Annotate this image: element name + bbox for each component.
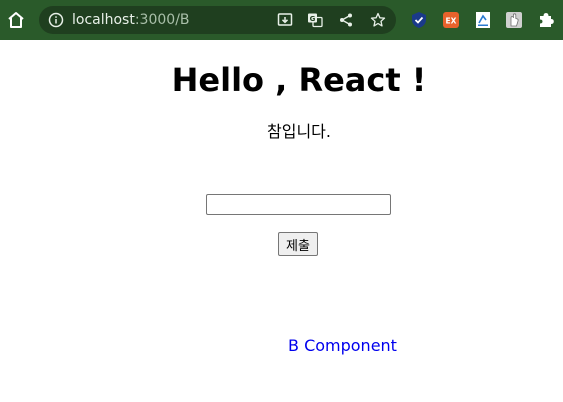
puzzle-extensions-icon [540, 13, 554, 27]
home-button[interactable] [4, 8, 28, 32]
home-icon [8, 12, 24, 28]
translate-icon: G [308, 13, 323, 28]
ex-extension-label: EX [446, 17, 457, 26]
b-component-link[interactable]: B Component [288, 336, 397, 356]
hand-extension-icon [506, 12, 522, 28]
submit-button[interactable]: 제출 [278, 232, 318, 256]
page-title: Hello , React ! [171, 61, 427, 99]
doc-extension-icon [476, 12, 490, 28]
url-path: :3000/B [134, 12, 190, 28]
translate-button[interactable]: G [306, 11, 324, 29]
address-bar[interactable]: localhost:3000/B G [39, 6, 396, 34]
url-host: localhost [72, 12, 135, 28]
ex-extension-icon: EX [443, 12, 459, 28]
install-app-icon [277, 13, 293, 26]
subtitle-text: 참입니다. [267, 122, 331, 141]
share-icon [340, 13, 352, 27]
bookmark-button[interactable] [369, 11, 387, 29]
ex-extension-button[interactable]: EX [442, 11, 460, 29]
hand-extension-button[interactable] [505, 11, 523, 29]
extensions-menu-button[interactable] [537, 11, 555, 29]
check-extension-icon [412, 12, 426, 28]
doc-extension-button[interactable] [474, 11, 492, 29]
install-app-button[interactable] [276, 11, 294, 29]
svg-text:G: G [310, 15, 316, 23]
browser-toolbar: localhost:3000/B G EX [0, 0, 563, 40]
page-content: Hello , React ! 참입니다. 제출 B Component [0, 40, 563, 402]
check-extension-button[interactable] [410, 11, 428, 29]
url-text[interactable]: localhost:3000/B [72, 12, 190, 28]
share-button[interactable] [337, 11, 355, 29]
bookmark-star-icon [370, 12, 386, 27]
info-icon[interactable] [48, 12, 64, 28]
text-input[interactable] [206, 194, 391, 215]
